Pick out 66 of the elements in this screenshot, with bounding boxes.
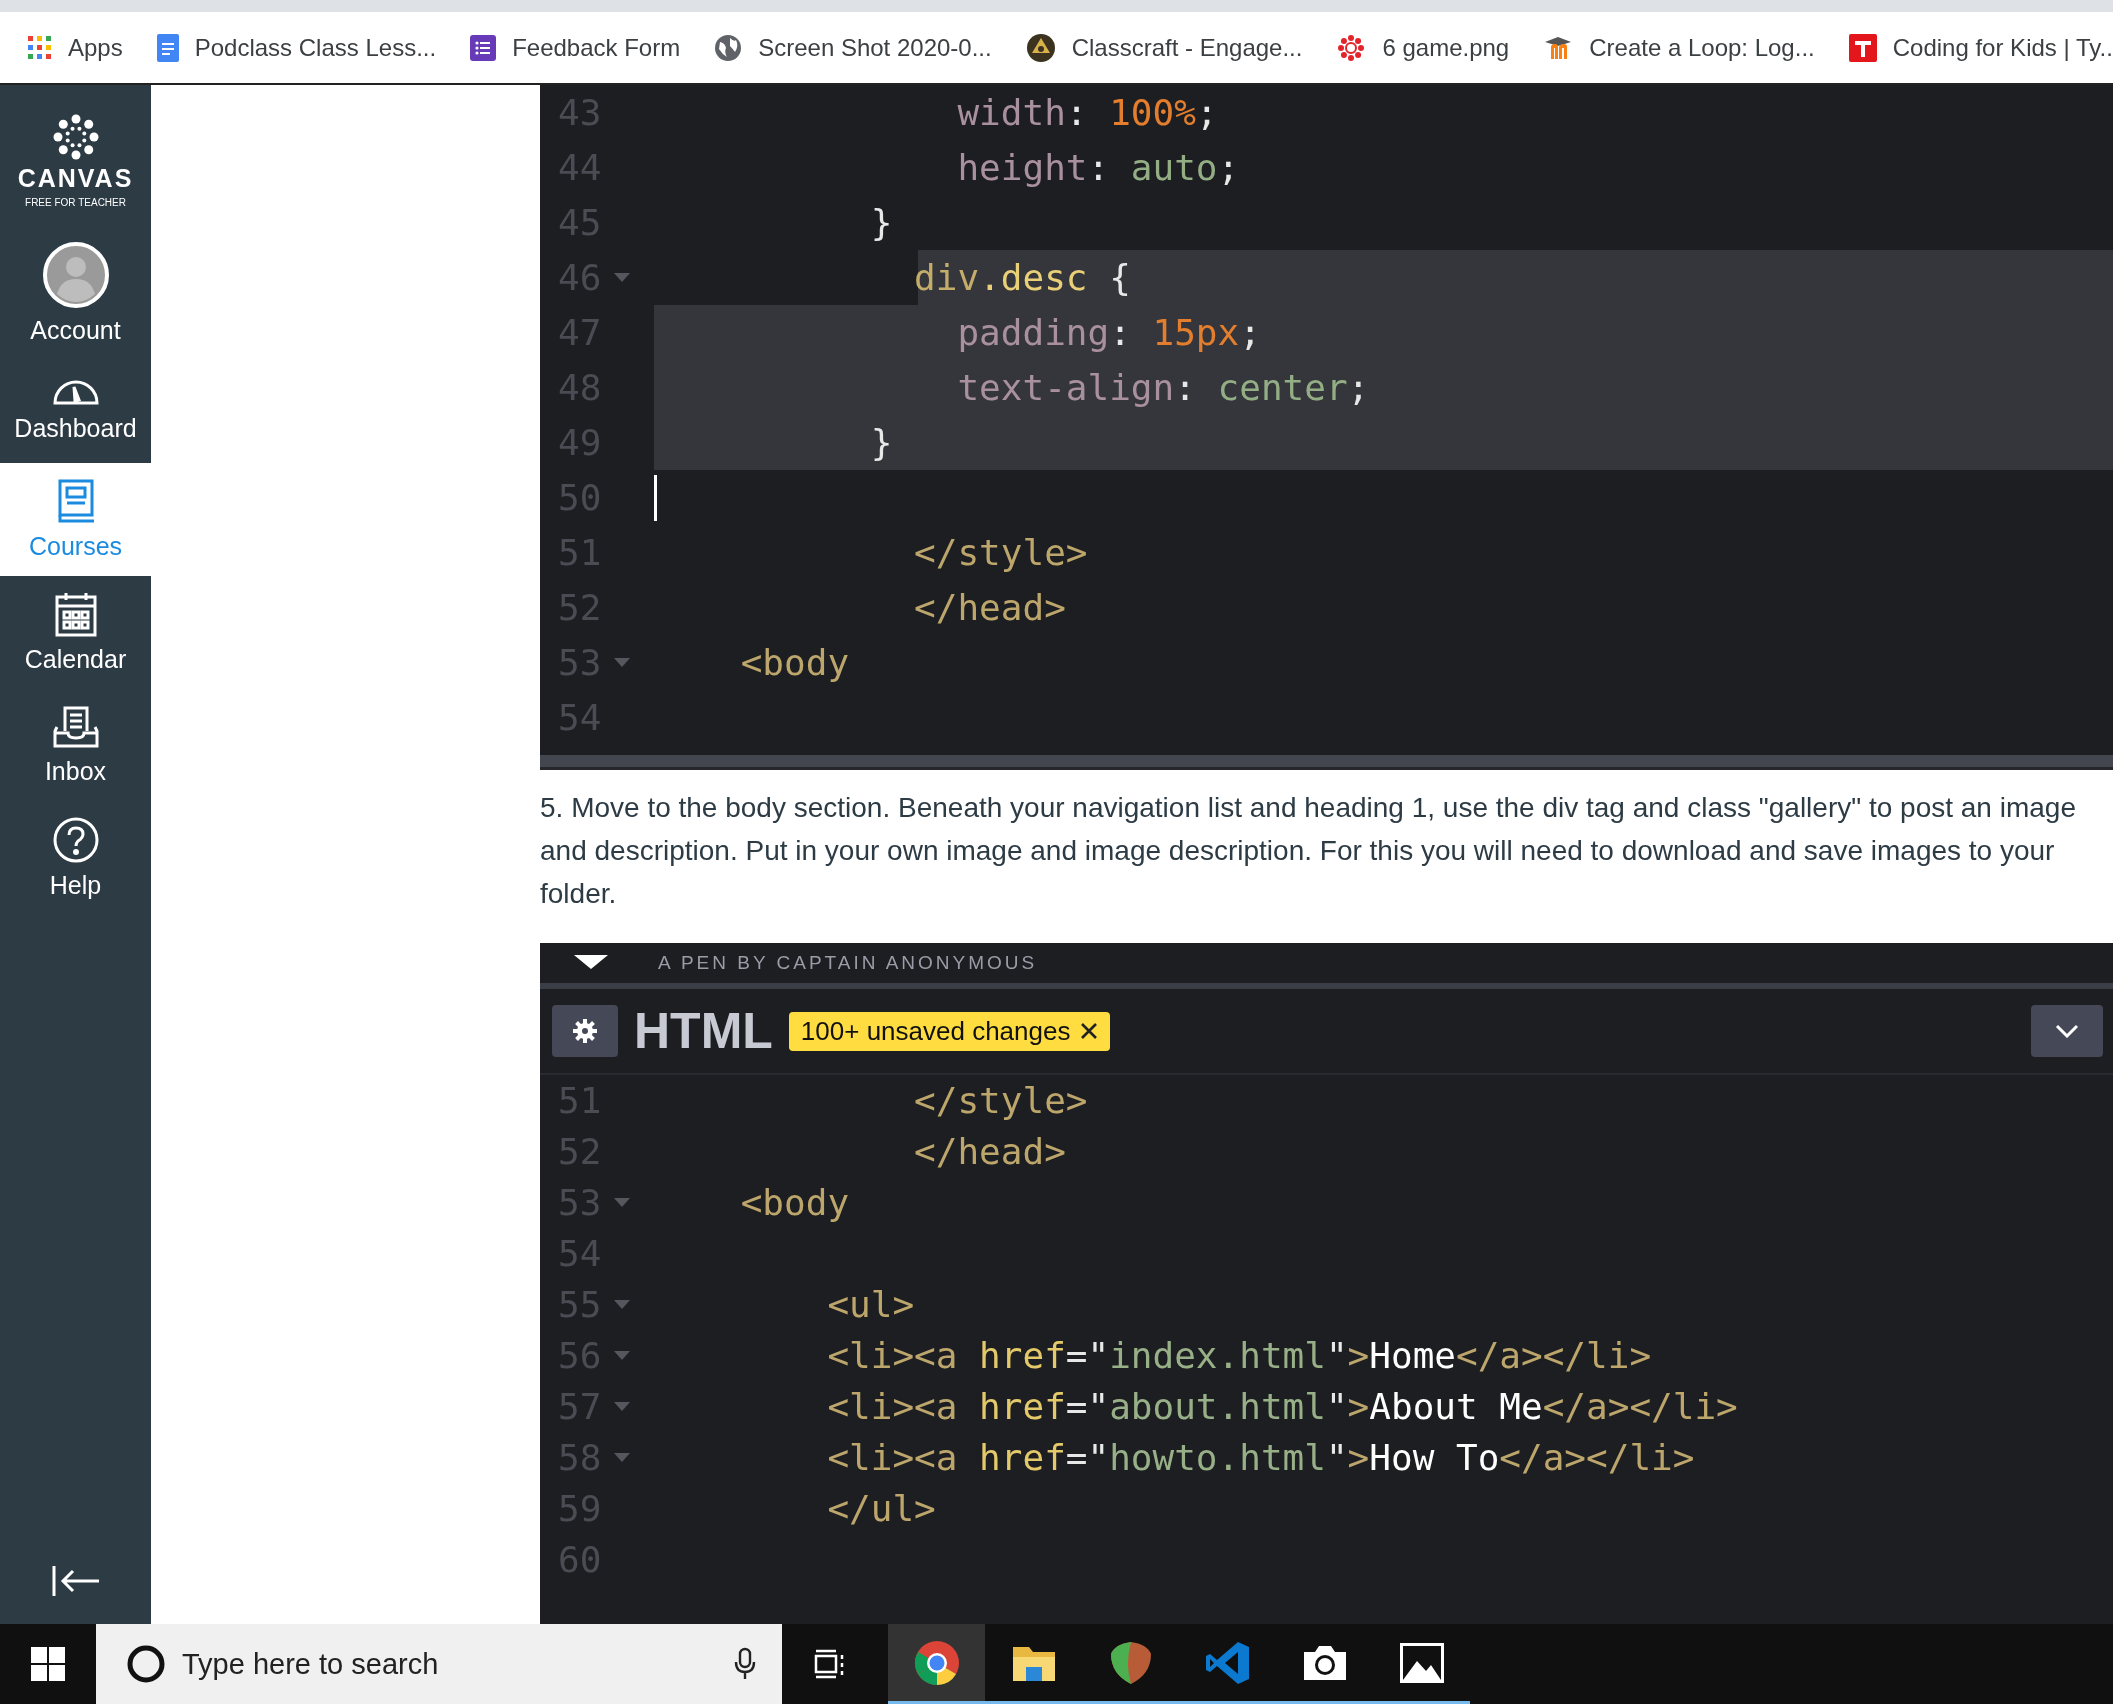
code-line: width: 100%;: [956, 91, 1218, 135]
browser-icon: [913, 1639, 960, 1686]
microphone-icon[interactable]: [734, 1647, 756, 1681]
document-icon: [156, 33, 179, 62]
shield-icon: [1108, 1639, 1153, 1686]
logo-title: CANVAS: [17, 164, 134, 193]
calendar-icon: [54, 591, 97, 637]
code-line: <ul>: [826, 1283, 915, 1327]
code-line: <body: [739, 641, 850, 685]
bookmark[interactable]: Coding for Kids | Ty...: [1848, 33, 2113, 62]
search-field[interactable]: Type here to search: [96, 1624, 782, 1704]
camera-icon: [1301, 1643, 1348, 1682]
code-line: </head>: [913, 1130, 1066, 1174]
code-line: height: auto;: [956, 146, 1240, 190]
dotted-ring-icon: [1336, 32, 1367, 63]
code-line: </head>: [913, 586, 1066, 630]
code-editor-icon: [1204, 1639, 1251, 1686]
sidebar-item[interactable]: Help: [0, 802, 151, 915]
chevron-down-icon: [2055, 1024, 2079, 1038]
code-line: </style>: [913, 531, 1088, 575]
settings-icon: [572, 1018, 598, 1044]
chevron-down-icon: [574, 955, 608, 971]
form-icon: [470, 34, 497, 61]
bookmark[interactable]: 6 game.png: [1336, 32, 1510, 63]
bookmark[interactable]: Classcraft - Engage...: [1025, 32, 1303, 63]
code-line: </ul>: [826, 1487, 936, 1531]
sidebar-item[interactable]: Calendar: [0, 576, 151, 689]
close-icon[interactable]: [1080, 1022, 1099, 1040]
taskbar-app[interactable]: [888, 1624, 985, 1704]
code-line: }: [869, 201, 893, 245]
unsaved-changes-label: 100+ unsaved changes: [800, 1015, 1071, 1047]
code-line: <body: [739, 1181, 850, 1225]
bookmark[interactable]: Apps: [28, 33, 123, 62]
scrollbar[interactable]: [540, 755, 2113, 770]
code-line: <li><a href="howto.html">How To</a></li>: [826, 1436, 1695, 1480]
code-line: text-align: center;: [956, 366, 1370, 410]
collapse-sidebar-icon[interactable]: [50, 1564, 101, 1598]
help-icon: [52, 817, 99, 863]
inbox-tray-icon: [52, 705, 99, 749]
sidebar-item[interactable]: Courses: [0, 463, 151, 576]
bookmark[interactable]: Create a Loop: Log...: [1543, 33, 1815, 62]
bookmark[interactable]: Screen Shot 2020-0...: [714, 33, 992, 62]
search-input[interactable]: Type here to search: [180, 1646, 720, 1682]
code-line: padding: 15px;: [956, 311, 1261, 355]
code-line: <li><a href="index.html">Home</a></li>: [826, 1334, 1652, 1378]
bookmark[interactable]: Podclass Class Less...: [156, 33, 437, 62]
settings-button[interactable]: [552, 1005, 618, 1057]
code-line: }: [869, 421, 893, 465]
code-line: </style>: [913, 1079, 1088, 1123]
apps-grid-icon: [28, 35, 52, 60]
sidebar-item[interactable]: Dashboard: [0, 350, 151, 463]
sidebar-item[interactable]: Account: [0, 237, 151, 350]
pen-author-text: A PEN BY CAPTAIN ANONYMOUS: [658, 952, 1038, 974]
windows-start-icon[interactable]: [31, 1647, 65, 1681]
code-line: <li><a href="about.html">About Me</a></li>: [826, 1385, 1738, 1429]
globe-icon: [714, 33, 743, 62]
editor-title: HTML: [634, 1002, 773, 1060]
logo-subtitle: FREE FOR TEACHER: [25, 197, 126, 208]
letter-tile-icon: [1848, 33, 1877, 62]
canvas-logo-icon: [52, 114, 99, 160]
circle-icon: [126, 1644, 166, 1684]
picture-icon: [1399, 1642, 1444, 1683]
bookmark[interactable]: Feedback Form: [470, 33, 681, 62]
sidebar-item[interactable]: Inbox: [0, 689, 151, 802]
avatar-icon: [42, 242, 109, 308]
collapse-editor-button[interactable]: [2031, 1005, 2103, 1057]
